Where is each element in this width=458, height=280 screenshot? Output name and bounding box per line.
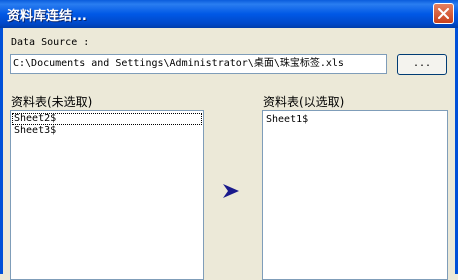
selected-tables-list[interactable]: Sheet1$ (262, 110, 448, 280)
arrow-right-icon[interactable] (223, 184, 239, 198)
title-bar[interactable]: 资料库连结... (0, 0, 458, 28)
list-item[interactable]: Sheet1$ (263, 114, 447, 126)
close-button[interactable] (433, 3, 454, 24)
browse-button[interactable]: ... (397, 54, 447, 75)
available-tables-list[interactable]: Sheet2$ Sheet3$ (10, 110, 204, 280)
window-title: 资料库连结... (7, 9, 87, 24)
list-item[interactable]: Sheet2$ (12, 113, 202, 125)
selected-tables-label: 资料表(以选取) (263, 95, 345, 109)
close-icon (438, 8, 449, 19)
available-tables-label: 资料表(未选取) (11, 95, 93, 109)
data-source-path-field[interactable]: C:\Documents and Settings\Administrator\… (10, 54, 387, 74)
list-item[interactable]: Sheet3$ (11, 125, 203, 137)
data-source-label: Data Source : (11, 37, 90, 48)
